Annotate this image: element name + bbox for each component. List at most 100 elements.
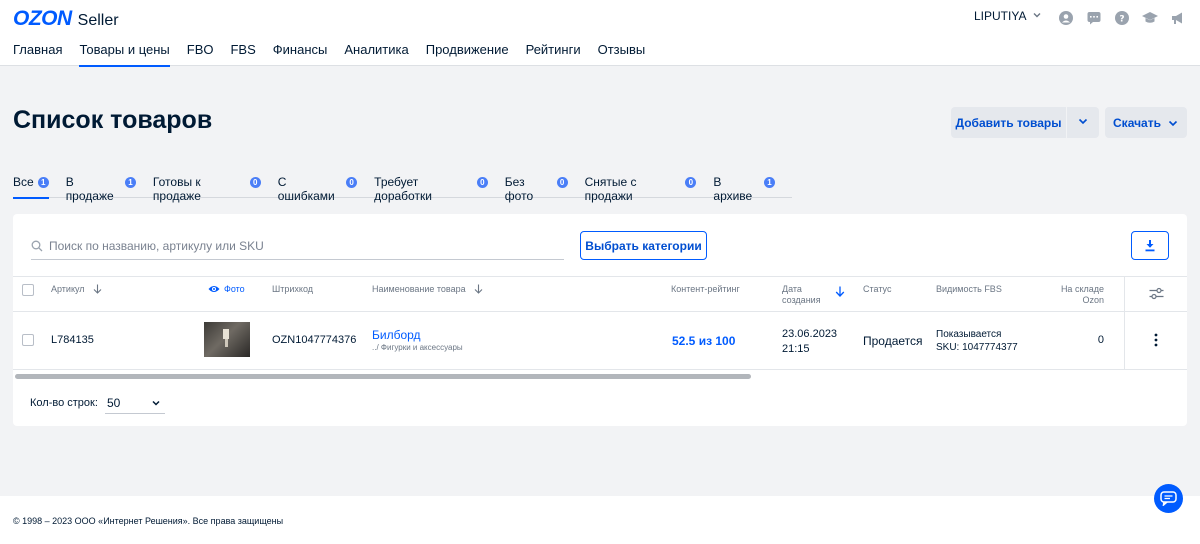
- chevron-down-icon: [1032, 9, 1042, 23]
- profile-icon[interactable]: [1057, 9, 1074, 26]
- sort-arrow-icon: [474, 284, 483, 297]
- column-created-line1: Дата: [782, 284, 802, 294]
- select-all-checkbox[interactable]: [22, 284, 34, 296]
- status-value: Продается: [863, 334, 923, 348]
- rows-per-page-value: 50: [107, 395, 121, 410]
- download-button-label: Скачать: [1113, 115, 1161, 130]
- tab-on-sale[interactable]: В продаже 1: [66, 172, 136, 203]
- logo-brand: OZON: [13, 7, 72, 30]
- tab-label: Все: [13, 175, 34, 189]
- created-date: 23.06.2023: [782, 328, 838, 340]
- sku-value: SKU: 1047774377: [936, 342, 1018, 353]
- tab-count-badge: 1: [124, 177, 136, 188]
- add-products-dropdown-button[interactable]: [1067, 107, 1099, 138]
- row-checkbox[interactable]: [22, 334, 34, 346]
- column-created-line2: создания: [782, 295, 821, 305]
- logo-product: Seller: [77, 12, 119, 29]
- tab-with-errors[interactable]: С ошибками 0: [278, 172, 358, 203]
- tab-no-photo[interactable]: Без фото 0: [505, 172, 568, 203]
- tab-label: Готовы к продаже: [152, 175, 201, 203]
- chat-icon: [1160, 491, 1177, 506]
- messages-icon[interactable]: [1085, 9, 1102, 26]
- column-photo-label: Фото: [224, 284, 245, 294]
- column-photo[interactable]: Фото: [208, 284, 245, 297]
- column-settings-cell: [1124, 277, 1187, 311]
- content-rating-link[interactable]: 52.5 из 100: [672, 334, 735, 348]
- products-card: Поиск по названию, артикулу или SKU Выбр…: [13, 214, 1187, 426]
- more-actions-icon[interactable]: [1153, 333, 1159, 352]
- add-products-group: Добавить товары: [951, 107, 1099, 138]
- search-field[interactable]: Поиск по названию, артикулу или SKU: [31, 233, 564, 260]
- row-actions-cell: [1124, 312, 1187, 369]
- tab-label: Требует доработки: [374, 175, 432, 203]
- created-time: 21:15: [782, 343, 810, 355]
- sort-arrow-icon[interactable]: [835, 284, 845, 302]
- nav-finance[interactable]: Финансы: [273, 42, 328, 66]
- product-name-link[interactable]: Билборд: [372, 328, 421, 342]
- tab-label: В архиве: [713, 175, 753, 203]
- nav-products-prices[interactable]: Товары и цены: [79, 42, 171, 67]
- add-products-button[interactable]: Добавить товары: [951, 107, 1066, 138]
- stock-value: 0: [1097, 334, 1104, 346]
- chevron-down-icon: [151, 398, 161, 408]
- svg-text:?: ?: [1119, 14, 1124, 24]
- page-title: Список товаров: [13, 106, 213, 134]
- tab-count-badge: 1: [37, 177, 49, 188]
- product-thumbnail[interactable]: [204, 322, 250, 357]
- tab-archive[interactable]: В архиве 1: [713, 172, 775, 203]
- nav-fbs[interactable]: FBS: [230, 42, 255, 66]
- fbs-visibility-value: Показывается: [936, 329, 1002, 340]
- tab-count-badge: 0: [685, 177, 697, 188]
- user-menu[interactable]: LIPUTIYA: [974, 9, 1042, 23]
- tab-label: Без фото: [504, 175, 534, 203]
- table-header: Артикул Фото Штрихкод Наименование товар…: [13, 276, 1187, 312]
- rows-per-page-label: Кол-во строк:: [30, 397, 98, 409]
- support-chat-button[interactable]: [1154, 484, 1183, 513]
- nav-reviews[interactable]: Отзывы: [598, 42, 646, 66]
- copyright-text: © 1998 – 2023 ООО «Интернет Решения». Вс…: [13, 516, 284, 526]
- row-article: L784135: [51, 334, 94, 346]
- eye-icon: [208, 284, 220, 297]
- select-categories-button[interactable]: Выбрать категории: [580, 231, 707, 260]
- rows-per-page-select[interactable]: 50: [105, 392, 165, 414]
- header-icons: ?: [1057, 9, 1186, 26]
- column-article-label: Артикул: [51, 284, 85, 294]
- horizontal-scrollbar[interactable]: [15, 374, 751, 379]
- ozon-seller-logo[interactable]: OZON Seller: [13, 7, 119, 31]
- chevron-down-icon: [1167, 117, 1179, 129]
- education-icon[interactable]: [1141, 9, 1158, 26]
- product-image-figure: [223, 329, 229, 339]
- download-button[interactable]: Скачать: [1105, 107, 1187, 138]
- tab-ready-for-sale[interactable]: Готовы к продаже 0: [153, 172, 261, 203]
- column-created[interactable]: Дата создания: [782, 284, 821, 306]
- column-name[interactable]: Наименование товара: [372, 284, 483, 297]
- nav-home[interactable]: Главная: [13, 42, 62, 66]
- tab-label: В продаже: [65, 175, 114, 203]
- column-stock-ozon: На складе Ozon: [1043, 284, 1104, 306]
- export-button[interactable]: [1131, 231, 1169, 260]
- column-settings-icon[interactable]: [1149, 287, 1164, 305]
- tab-count-badge: 0: [556, 177, 568, 188]
- nav-fbo[interactable]: FBO: [187, 42, 214, 66]
- tab-count-badge: 0: [346, 177, 358, 188]
- tab-removed-from-sale[interactable]: Снятые с продажи 0: [585, 172, 697, 203]
- search-icon: [31, 240, 43, 252]
- announcements-icon[interactable]: [1169, 9, 1186, 26]
- column-status: Статус: [863, 284, 892, 294]
- column-article[interactable]: Артикул: [51, 284, 102, 297]
- sort-arrow-icon: [93, 284, 102, 297]
- help-icon[interactable]: ?: [1113, 9, 1130, 26]
- tab-needs-revision[interactable]: Требует доработки 0: [374, 172, 488, 203]
- search-placeholder: Поиск по названию, артикулу или SKU: [49, 239, 264, 253]
- table-row[interactable]: L784135 OZN1047774376 Билборд ../ Фигурк…: [13, 312, 1187, 370]
- status-tabs: Все 1 В продаже 1 Готовы к продаже 0 С о…: [13, 172, 792, 203]
- nav-ratings[interactable]: Рейтинги: [526, 42, 581, 66]
- product-category: ../ Фигурки и аксессуары: [372, 343, 463, 352]
- chevron-down-icon: [1077, 115, 1089, 130]
- nav-analytics[interactable]: Аналитика: [344, 42, 408, 66]
- tab-count-badge: 1: [764, 177, 775, 188]
- tab-label: Снятые с продажи: [584, 175, 637, 203]
- nav-promotion[interactable]: Продвижение: [426, 42, 509, 66]
- column-barcode: Штрихкод: [272, 284, 314, 294]
- tab-all[interactable]: Все 1: [13, 172, 49, 199]
